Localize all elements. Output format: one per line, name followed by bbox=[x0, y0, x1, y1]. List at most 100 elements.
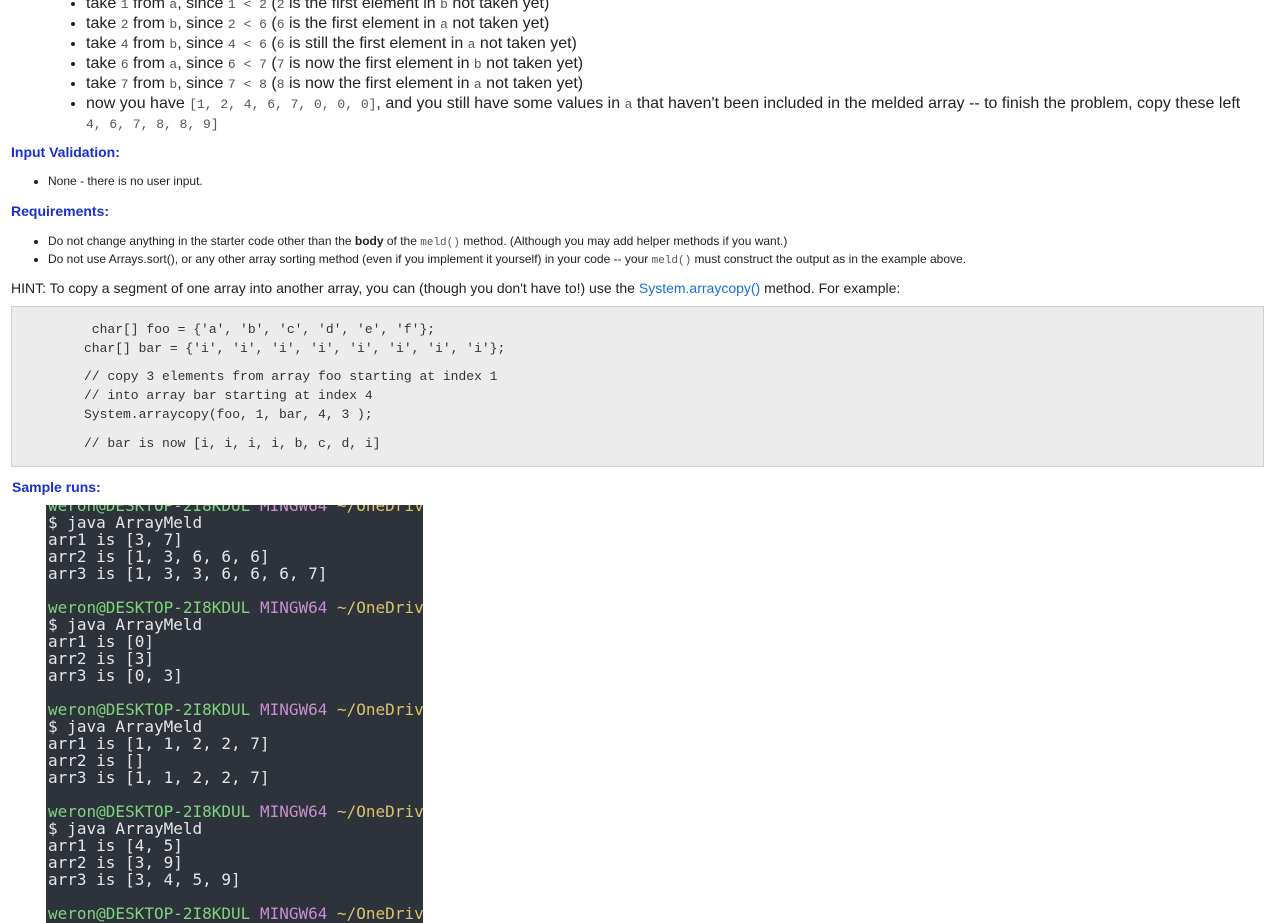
step-text: not taken yet) bbox=[481, 55, 584, 72]
terminal-output: arr3 is [3, 4, 5, 9] bbox=[48, 870, 241, 889]
req-text: method. (Although you may add helper met… bbox=[459, 234, 788, 248]
input-validation-list: None - there is no user input. bbox=[28, 173, 203, 189]
arraycopy-link[interactable]: System.arraycopy() bbox=[639, 280, 760, 296]
step-text: that haven't been included in the melded… bbox=[632, 95, 1241, 112]
terminal-output: arr1 is [1, 1, 2, 2, 7] bbox=[48, 734, 270, 753]
prompt-system: MINGW64 bbox=[259, 802, 328, 821]
req-text: of the bbox=[383, 234, 421, 248]
step-text: , since bbox=[177, 75, 228, 92]
code-line: // bar is now [i, i, i, i, b, c, d, i] bbox=[84, 436, 381, 451]
step-item: take 6 from a, since 6 < 7 (7 is now the… bbox=[86, 54, 1240, 74]
step-text: from bbox=[128, 55, 170, 72]
req-code: meld() bbox=[420, 237, 460, 249]
step-text: , and you still have some values in bbox=[376, 95, 625, 112]
terminal-command: $ java ArrayMeld bbox=[48, 819, 203, 838]
terminal-output: arr3 is [1, 1, 2, 2, 7] bbox=[48, 768, 270, 787]
terminal-prompt: weron@DESKTOP-2I8KDUL MINGW64 ~/OneDrive bbox=[48, 803, 423, 820]
hint-suffix: method. For example: bbox=[760, 280, 901, 296]
step-text: ( bbox=[266, 55, 277, 72]
step-code: 2 bbox=[120, 17, 129, 32]
req-code: meld() bbox=[651, 255, 692, 267]
requirements-heading: Requirements: bbox=[11, 203, 110, 219]
step-text: is the first element in bbox=[284, 0, 441, 12]
step-text: from bbox=[128, 35, 170, 52]
terminal-output: arr3 is [1, 3, 3, 6, 6, 6, 7] bbox=[48, 564, 328, 583]
prompt-system: MINGW64 bbox=[259, 904, 328, 923]
prompt-path: ~/OneDrive bbox=[337, 904, 423, 923]
prompt-system: MINGW64 bbox=[259, 700, 328, 719]
terminal-output: arr2 is [] bbox=[48, 751, 145, 770]
list-item: Do not change anything in the starter co… bbox=[48, 233, 966, 251]
step-code: 7 bbox=[276, 57, 285, 72]
step-text: ( bbox=[266, 0, 277, 12]
step-code: a bbox=[440, 17, 448, 32]
step-text: is now the first element in bbox=[284, 75, 474, 92]
terminal-command: $ java ArrayMeld bbox=[48, 615, 203, 634]
req-text: must construct the output as in the exam… bbox=[691, 252, 967, 266]
hint-prefix: HINT: To copy a segment of one array int… bbox=[11, 280, 639, 296]
code-line: System.arraycopy(foo, 1, bar, 4, 3 ); bbox=[84, 407, 373, 422]
terminal-output: arr1 is [4, 5] bbox=[48, 836, 183, 855]
step-text: from bbox=[128, 15, 170, 32]
step-text: , since bbox=[177, 55, 228, 72]
step-code: [1, 2, 4, 6, 7, 0, 0, 0] bbox=[189, 97, 377, 112]
prompt-path: ~/OneDrive bbox=[337, 598, 423, 617]
terminal-command: $ java ArrayMeld bbox=[48, 513, 203, 532]
terminal-command: $ java ArrayMeld bbox=[48, 717, 203, 736]
prompt-path: ~/OneDrive bbox=[337, 802, 423, 821]
step-code: 6 bbox=[276, 37, 285, 52]
prompt-path: ~/OneDrive bbox=[337, 700, 423, 719]
step-text: , since bbox=[177, 35, 228, 52]
step-code: 8 bbox=[276, 77, 285, 92]
code-line: char[] bar = {'i', 'i', 'i', 'i', 'i', '… bbox=[84, 341, 506, 356]
input-validation-heading: Input Validation: bbox=[11, 144, 120, 160]
code-line: // into array bar starting at index 4 bbox=[84, 388, 373, 403]
step-code: a bbox=[473, 77, 482, 92]
step-code: 6 bbox=[276, 17, 285, 32]
terminal-prompt: weron@DESKTOP-2I8KDUL MINGW64 ~/OneDrive bbox=[48, 599, 423, 616]
step-code: 2 < 6 bbox=[227, 17, 267, 32]
terminal-output: arr1 is [3, 7] bbox=[48, 530, 183, 549]
requirements-list: Do not change anything in the starter co… bbox=[28, 233, 966, 269]
terminal-output: arr1 is [0] bbox=[48, 632, 154, 651]
hint-text: HINT: To copy a segment of one array int… bbox=[11, 280, 900, 296]
step-text: take bbox=[86, 75, 121, 92]
terminal-output: arr2 is [3, 9] bbox=[48, 853, 183, 872]
step-code: 7 bbox=[120, 77, 129, 92]
prompt-path: ~/OneDrive bbox=[337, 505, 423, 515]
step-text: now you have bbox=[86, 95, 190, 112]
step-text: take bbox=[86, 35, 121, 52]
step-item: take 7 from b, since 7 < 8 (8 is now the… bbox=[86, 74, 1240, 94]
step-code: 1 < 2 bbox=[227, 0, 267, 12]
terminal-prompt: weron@DESKTOP-2I8KDUL MINGW64 ~/OneDrive bbox=[48, 905, 423, 922]
step-item: take 1 from a, since 1 < 2 (2 is the fir… bbox=[86, 0, 1240, 14]
step-code: 4 bbox=[120, 37, 129, 52]
step-code: 6 < 7 bbox=[227, 57, 267, 72]
prompt-system: MINGW64 bbox=[259, 505, 328, 515]
step-code: 2 bbox=[276, 0, 285, 12]
step-code: b bbox=[440, 0, 448, 12]
step-text: ( bbox=[266, 75, 277, 92]
list-item: Do not use Arrays.sort(), or any other a… bbox=[48, 251, 966, 269]
terminal-output: arr3 is [0, 3] bbox=[48, 666, 183, 685]
step-text: not taken yet) bbox=[475, 35, 577, 52]
step-code: 6 bbox=[120, 57, 129, 72]
step-text: not taken yet) bbox=[481, 75, 584, 92]
step-text: ( bbox=[266, 15, 277, 32]
sample-runs-heading: Sample runs: bbox=[12, 479, 101, 495]
step-text: take bbox=[86, 15, 121, 32]
req-bold: body bbox=[354, 234, 384, 248]
melding-steps-list: take 1 from a , since 1 < 2 (2 is the fir… bbox=[66, 0, 1240, 134]
terminal-screenshot: weron@DESKTOP-2I8KDUL MINGW64 ~/OneDrive… bbox=[46, 505, 423, 923]
prompt-system: MINGW64 bbox=[259, 598, 328, 617]
step-text: , since bbox=[177, 0, 228, 12]
step-text: is the first element in bbox=[284, 15, 441, 32]
step-code: 4, 6, 7, 8, 8, 9] bbox=[86, 117, 219, 132]
req-text: Do not change anything in the starter co… bbox=[48, 234, 355, 248]
step-text: not taken yet) bbox=[447, 15, 550, 32]
prompt-user: weron@DESKTOP-2I8KDUL bbox=[48, 904, 251, 923]
final-step-item: now you have [1, 2, 4, 6, 7, 0, 0, 0], a… bbox=[86, 94, 1240, 134]
step-code: 7 < 8 bbox=[227, 77, 267, 92]
code-line: char[] foo = {'a', 'b', 'c', 'd', 'e', '… bbox=[84, 322, 436, 337]
req-text: Do not use Arrays.sort(), or any other a… bbox=[48, 252, 652, 266]
